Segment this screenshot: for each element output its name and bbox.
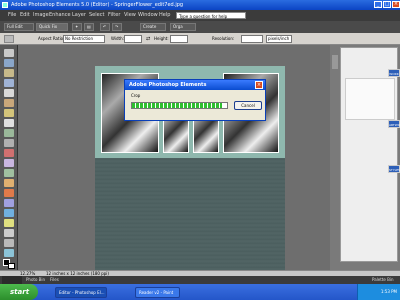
eraser-tool-icon[interactable] [4, 179, 14, 187]
aspect-ratio-label: Aspect Ratio: [38, 36, 65, 41]
toolbox [0, 45, 18, 270]
gradient-tool-icon[interactable] [4, 209, 14, 217]
system-tray: 1:53 PM [357, 284, 400, 300]
menu-view[interactable]: View [124, 12, 136, 19]
open-icon[interactable]: ▤ [84, 23, 94, 31]
progress-dialog: Adobe Photoshop Elements × Crop Cancel [124, 79, 266, 121]
dialog-title: Adobe Photoshop Elements [125, 80, 265, 90]
background-color-swatch[interactable] [8, 263, 15, 269]
menu-file[interactable]: File [8, 12, 16, 19]
move-tool-icon[interactable] [4, 49, 14, 57]
shape-tool-icon[interactable] [4, 219, 14, 227]
palette-bin-label[interactable]: Palette Bin [372, 276, 394, 284]
width-label: Width: [111, 36, 124, 41]
crop-tool-icon-box[interactable] [4, 129, 14, 137]
clone-stamp-tool-icon[interactable] [4, 169, 14, 177]
palette-panel [340, 47, 398, 262]
menu-edit[interactable]: Edit [20, 12, 30, 19]
width-input[interactable] [124, 35, 142, 43]
type-tool-icon[interactable] [4, 119, 14, 127]
healing-brush-tool-icon[interactable] [4, 159, 14, 167]
brush-tool-icon[interactable] [4, 189, 14, 197]
palette-content [345, 78, 395, 120]
cancel-button[interactable]: Cancel [234, 101, 262, 110]
collapse-handle-icon[interactable] [332, 55, 338, 69]
tool-options-bar: Aspect Ratio: No Restriction Width: ⇄ He… [0, 33, 400, 45]
crop-tool-icon[interactable] [4, 35, 14, 43]
zoom-tool-icon[interactable] [4, 59, 14, 67]
hand-tool-icon[interactable] [4, 69, 14, 77]
maximize-button[interactable]: □ [383, 1, 391, 8]
app-icon [2, 2, 8, 8]
menu-image[interactable]: Image [33, 12, 49, 19]
swap-icon[interactable]: ⇄ [146, 36, 150, 42]
redo-icon[interactable]: ↷ [112, 23, 122, 31]
window-title: Adobe Photoshop Elements 5.0 (Editor) - … [11, 2, 184, 8]
quick-fix-button[interactable]: Quick Fix [36, 23, 68, 31]
clock: 1:53 PM [380, 289, 397, 294]
palette-tab-styles[interactable]: STYLES [388, 165, 400, 173]
photo-bin-icon[interactable] [2, 276, 22, 284]
height-label: Height: [154, 36, 169, 41]
photo-bin-label[interactable]: Photo Bin [26, 276, 45, 284]
palette-bin: WORK ARTWORK STYLES [330, 45, 400, 270]
resolution-unit-select[interactable]: pixels/inch [266, 35, 292, 43]
window-title-bar: Adobe Photoshop Elements 5.0 (Editor) - … [0, 0, 400, 10]
lasso-tool-icon[interactable] [4, 99, 14, 107]
organize-button[interactable]: Orga [170, 23, 196, 31]
pencil-tool-icon[interactable] [4, 249, 14, 257]
menu-bar: File Edit Image Enhance Layer Select Fil… [0, 10, 400, 21]
menu-enhance[interactable]: Enhance [49, 12, 71, 19]
resolution-label: Resolution: [212, 36, 235, 41]
menu-help[interactable]: Help [159, 12, 170, 19]
resolution-input[interactable] [241, 35, 263, 43]
magic-wand-tool-icon[interactable] [4, 109, 14, 117]
dialog-close-icon[interactable]: × [255, 81, 263, 89]
paint-bucket-tool-icon[interactable] [4, 199, 14, 207]
create-button[interactable]: Create [140, 23, 166, 31]
minimize-button[interactable]: _ [374, 1, 382, 8]
eyedropper-tool-icon[interactable] [4, 79, 14, 87]
menu-layer[interactable]: Layer [72, 12, 86, 19]
textured-background [95, 158, 285, 271]
marquee-tool-icon[interactable] [4, 89, 14, 97]
start-button[interactable]: start [0, 284, 38, 300]
menu-window[interactable]: Window [138, 12, 158, 19]
palette-tab-artwork[interactable]: ARTWORK [388, 120, 400, 128]
progress-fill [132, 103, 222, 108]
blur-tool-icon[interactable] [4, 229, 14, 237]
new-icon[interactable]: ✦ [72, 23, 82, 31]
task-photoshop[interactable]: Editor - Photoshop El... [55, 287, 107, 298]
red-eye-tool-icon[interactable] [4, 149, 14, 157]
cookie-cutter-tool-icon[interactable] [4, 139, 14, 147]
files-label[interactable]: Files [50, 276, 59, 284]
aspect-ratio-select[interactable]: No Restriction [63, 35, 105, 43]
progress-bar [131, 102, 228, 109]
help-search-input[interactable]: Type a question for help [176, 12, 246, 19]
dialog-label: Crop [131, 93, 141, 98]
menu-select[interactable]: Select [89, 12, 104, 19]
full-edit-button[interactable]: Full Edit [4, 23, 34, 31]
sponge-tool-icon[interactable] [4, 239, 14, 247]
palette-tab-work[interactable]: WORK [388, 69, 400, 77]
menu-filter[interactable]: Filter [108, 12, 120, 19]
close-window-button[interactable]: × [392, 1, 400, 8]
height-input[interactable] [170, 35, 188, 43]
bottom-dock: Photo Bin Files Palette Bin [0, 276, 400, 284]
undo-icon[interactable]: ↶ [100, 23, 110, 31]
shortcuts-bar: Full Edit Quick Fix ✦ ▤ ↶ ↷ Create Orga [0, 21, 400, 33]
task-paint[interactable]: Reader v2 - Paint [135, 287, 180, 298]
windows-taskbar: start Editor - Photoshop El... Reader v2… [0, 284, 400, 300]
